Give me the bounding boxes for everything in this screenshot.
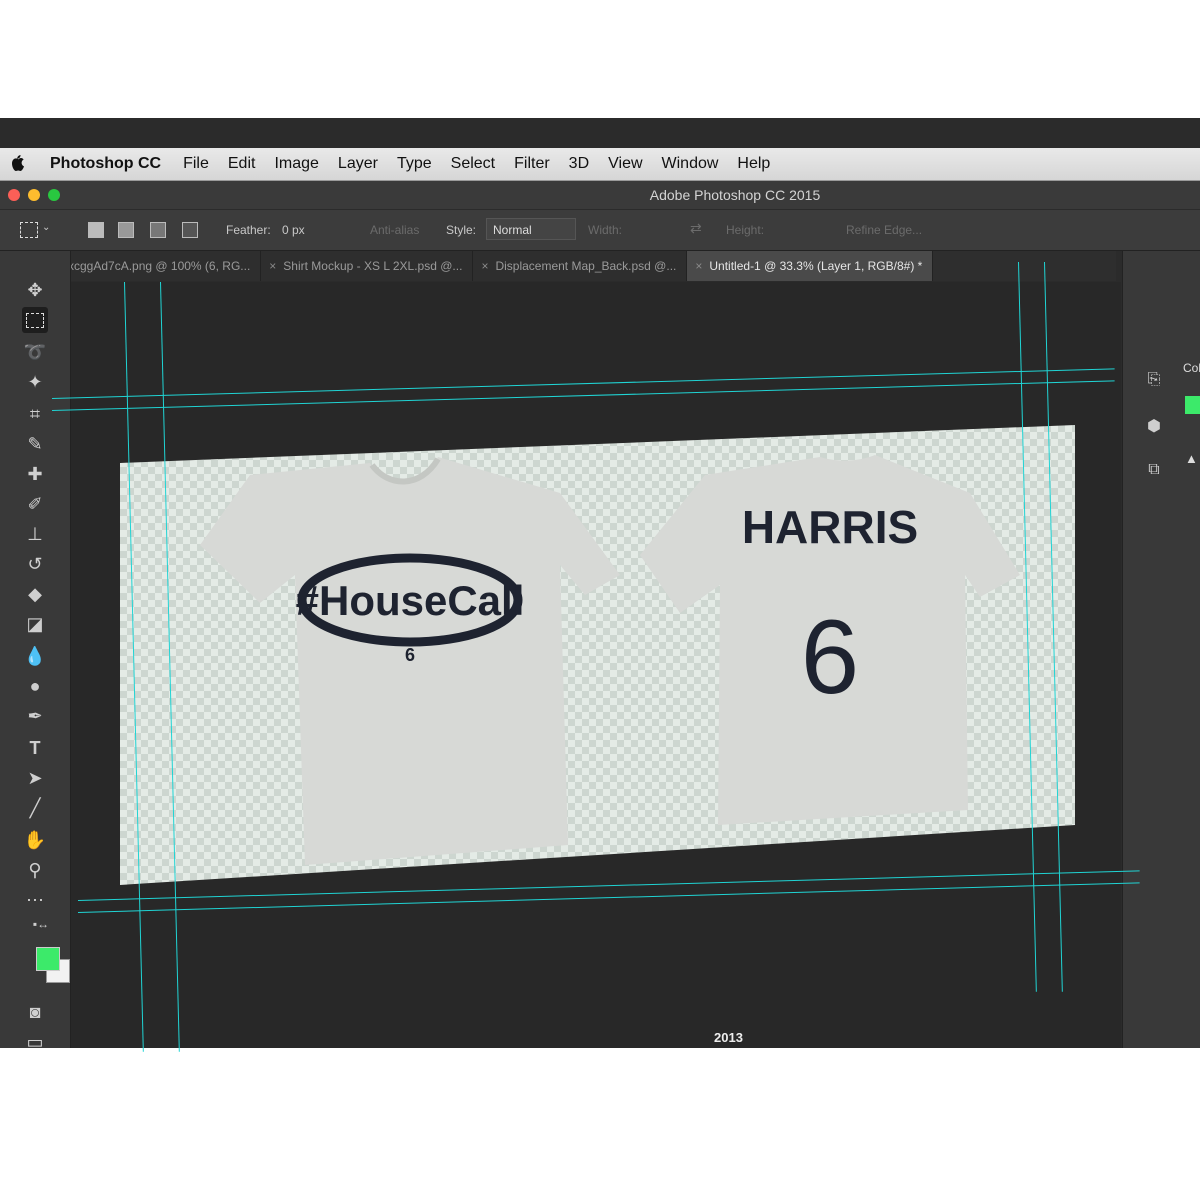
type-tool-icon[interactable]: T — [22, 735, 48, 761]
brush-tool-icon[interactable]: ✐ — [22, 491, 48, 517]
feather-input[interactable]: 0 px — [282, 223, 305, 237]
warning-icon: ▲ — [1185, 451, 1198, 466]
color-panel-tab[interactable]: Col — [1183, 361, 1200, 375]
menu-help[interactable]: Help — [737, 155, 770, 173]
tools-panel: ✥ ➰ ✦ ⌗ ✎ ✚ ✐ ⊥ ↺ ◆ ◪ 💧 ● ✒ T ➤ ╱ ✋ ⚲ ⋯ … — [0, 251, 71, 1048]
anti-alias-checkbox[interactable]: Anti-alias — [370, 223, 419, 237]
pen-tool-icon[interactable]: ✒ — [22, 703, 48, 729]
healing-brush-tool-icon[interactable]: ✚ — [22, 461, 48, 487]
clone-stamp-tool-icon[interactable]: ⊥ — [22, 521, 48, 547]
lasso-tool-icon[interactable]: ➰ — [22, 339, 48, 365]
menu-file[interactable]: File — [183, 155, 209, 173]
menu-view[interactable]: View — [608, 155, 642, 173]
canvas-artboard: #HouseCall 6 HARRIS 6 — [120, 425, 1075, 885]
quick-mask-icon[interactable]: ◙ — [22, 999, 48, 1025]
marquee-preset-icon[interactable] — [20, 222, 38, 238]
back-shirt-name: HARRIS — [742, 501, 918, 553]
line-tool-icon[interactable]: ╱ — [22, 795, 48, 821]
tab-xcggad7ca[interactable]: × xcggAd7cA.png @ 100% (6, RG... — [46, 251, 262, 281]
menu-edit[interactable]: Edit — [228, 155, 256, 173]
dodge-tool-icon[interactable]: ● — [22, 673, 48, 699]
history-panel-icon[interactable]: ⎘ — [1143, 371, 1165, 393]
window-title-bar: Adobe Photoshop CC 2015 — [0, 181, 1200, 209]
close-tab-icon[interactable]: × — [695, 259, 702, 273]
swap-dimensions-icon[interactable]: ⇄ — [690, 220, 702, 237]
tab-label: Shirt Mockup - XS L 2XL.psd @... — [283, 259, 463, 273]
menu-3d[interactable]: 3D — [569, 155, 589, 173]
style-label: Style: — [446, 223, 477, 237]
history-brush-tool-icon[interactable]: ↺ — [22, 551, 48, 577]
intersect-selection-icon[interactable] — [182, 222, 198, 238]
style-select[interactable]: Normal — [486, 218, 576, 240]
document-tabs: × xcggAd7cA.png @ 100% (6, RG... × Shirt… — [46, 251, 1116, 281]
color-panel-swatch[interactable] — [1185, 396, 1200, 414]
tab-shirt-mockup[interactable]: × Shirt Mockup - XS L 2XL.psd @... — [261, 251, 474, 281]
tab-label: Untitled-1 @ 33.3% (Layer 1, RGB/8#) * — [709, 259, 923, 273]
menu-image[interactable]: Image — [274, 155, 318, 173]
paint-bucket-tool-icon[interactable]: ◪ — [22, 611, 48, 637]
eraser-tool-icon[interactable]: ◆ — [22, 581, 48, 607]
marquee-tool-icon[interactable] — [22, 307, 48, 333]
app-menu[interactable]: Photoshop CC — [50, 155, 161, 173]
subtract-from-selection-icon[interactable] — [150, 222, 166, 238]
menu-window[interactable]: Window — [662, 155, 719, 173]
close-tab-icon[interactable]: × — [269, 259, 276, 273]
tab-label: Displacement Map_Back.psd @... — [495, 259, 677, 273]
foreground-color-swatch[interactable] — [36, 947, 60, 971]
hand-tool-icon[interactable]: ✋ — [22, 827, 48, 853]
front-shirt-number: 6 — [405, 645, 415, 665]
tab-untitled-1[interactable]: × Untitled-1 @ 33.3% (Layer 1, RGB/8#) * — [687, 251, 934, 281]
menu-layer[interactable]: Layer — [338, 155, 378, 173]
width-label: Width: — [588, 223, 623, 237]
3d-panel-icon[interactable]: ⬢ — [1143, 416, 1165, 438]
refine-edge-button[interactable]: Refine Edge... — [846, 223, 922, 237]
tab-displacement-map[interactable]: × Displacement Map_Back.psd @... — [473, 251, 688, 281]
chevron-down-icon[interactable]: ⌄ — [42, 222, 50, 233]
zoom-tool-icon[interactable]: ⚲ — [22, 857, 48, 883]
new-selection-icon[interactable] — [88, 222, 104, 238]
menu-type[interactable]: Type — [397, 155, 432, 173]
properties-panel-icon[interactable]: ⧉ — [1143, 461, 1165, 483]
menu-select[interactable]: Select — [451, 155, 495, 173]
back-shirt-number: 6 — [801, 599, 859, 716]
menu-filter[interactable]: Filter — [514, 155, 550, 173]
tab-label: xcggAd7cA.png @ 100% (6, RG... — [68, 259, 251, 273]
options-bar: ⌄ Feather: 0 px Anti-alias Style: Normal… — [0, 210, 1200, 251]
feather-label: Feather: — [226, 223, 271, 237]
front-shirt-hashtag: #HouseCall — [296, 577, 525, 624]
more-tools-icon[interactable]: ⋯ — [22, 887, 48, 913]
desk-sticker-text: 2013 — [714, 1030, 743, 1045]
move-tool-icon[interactable]: ✥ — [22, 277, 48, 303]
screen-mode-icon[interactable]: ▭ — [22, 1029, 48, 1049]
window-title: Adobe Photoshop CC 2015 — [649, 187, 821, 203]
crop-tool-icon[interactable]: ⌗ — [22, 401, 48, 427]
apple-menu-icon[interactable] — [10, 153, 32, 175]
magic-wand-tool-icon[interactable]: ✦ — [22, 369, 48, 395]
eyedropper-tool-icon[interactable]: ✎ — [22, 431, 48, 457]
height-label: Height: — [726, 223, 765, 237]
right-panels-dock: ⎘ ⬢ ⧉ Col ▲ — [1122, 251, 1200, 1048]
menu-bar: Photoshop CC File Edit Image Layer Type … — [0, 148, 1200, 181]
blur-tool-icon[interactable]: 💧 — [22, 643, 48, 669]
default-colors-icon[interactable]: ▪↔ — [28, 911, 54, 937]
add-to-selection-icon[interactable] — [118, 222, 134, 238]
close-tab-icon[interactable]: × — [481, 259, 488, 273]
path-selection-tool-icon[interactable]: ➤ — [22, 765, 48, 791]
